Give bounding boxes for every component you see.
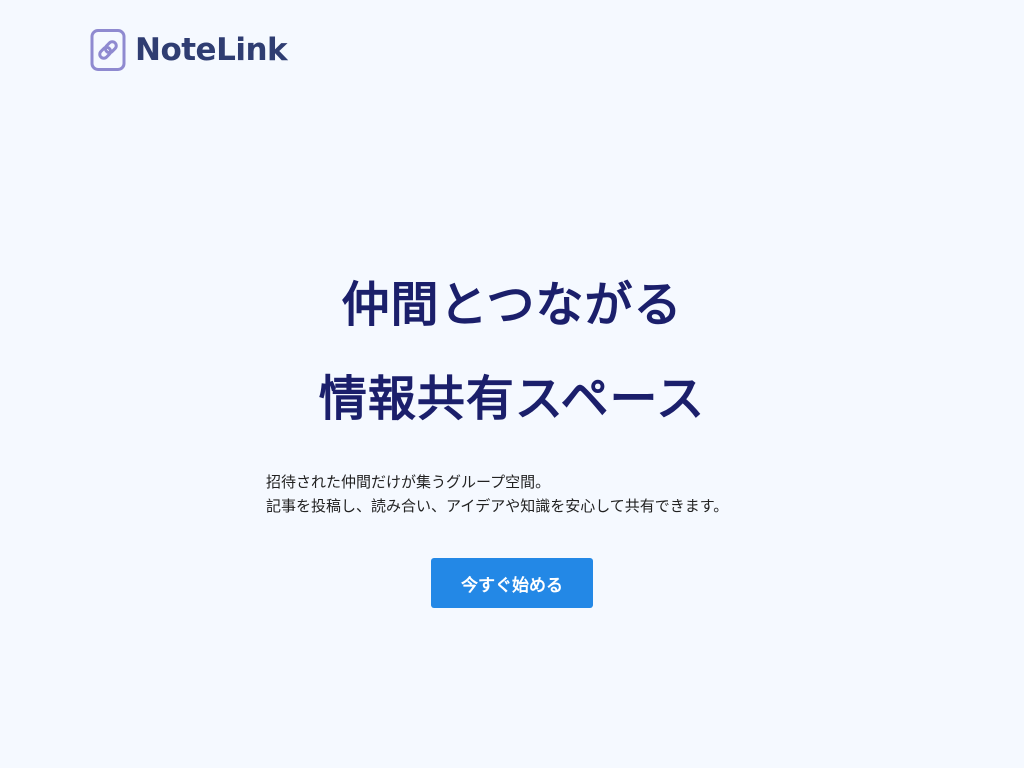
hero-title-line-2: 情報共有スペース — [318, 371, 706, 427]
description-line-1: 招待された仲間だけが集うグループ空間。 — [266, 473, 551, 491]
get-started-button[interactable]: 今すぐ始める — [431, 558, 593, 608]
site-header: NoteLink — [90, 27, 288, 73]
logo[interactable]: NoteLink — [90, 29, 288, 71]
description-line-2: 記事を投稿し、読み合い、アイデアや知識を安心して共有できます。 — [266, 497, 729, 515]
landing-page: NoteLink 仲間とつながる 情報共有スペース 招待された仲間だけが集うグル… — [0, 0, 1024, 768]
hero-description: 招待された仲間だけが集うグループ空間。 記事を投稿し、読み合い、アイデアや知識を… — [266, 470, 786, 518]
hero-section: 仲間とつながる 情報共有スペース — [0, 258, 1024, 446]
hero-title-line-1: 仲間とつながる — [341, 277, 683, 333]
brand-name: NoteLink — [135, 31, 288, 68]
chain-link-icon — [90, 29, 126, 71]
